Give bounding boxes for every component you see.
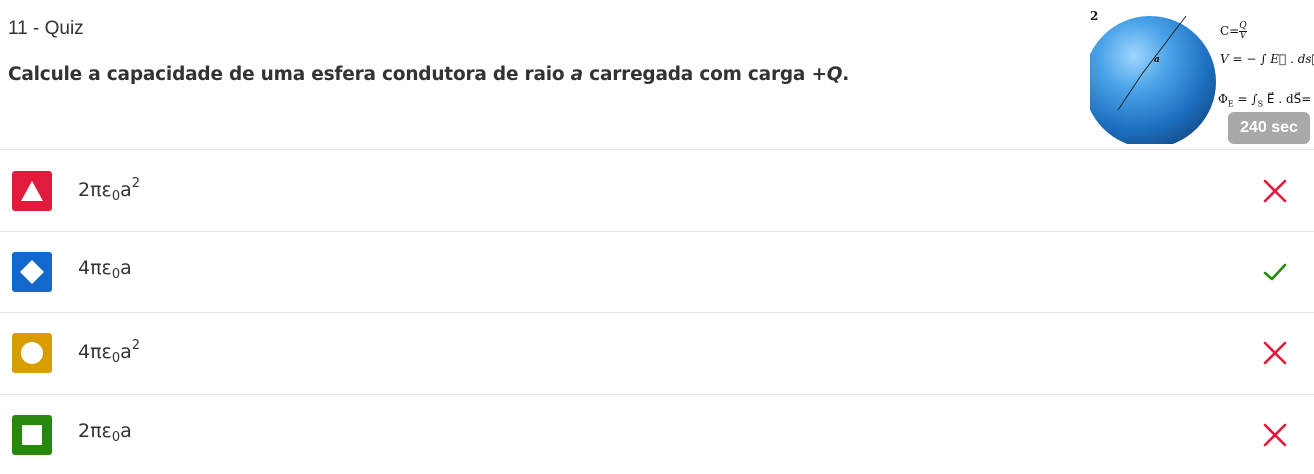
image-corner-label: 2 [1090,9,1098,23]
answer-text: 2πε0a2 [78,176,140,204]
check-icon [1262,259,1288,285]
formula-capacitance: C=Q V [1220,21,1247,41]
answer-text-main: 4πε [78,341,112,363]
answer-text-main: 2πε [78,179,112,201]
diamond-icon [12,252,52,292]
close-icon [1262,340,1288,366]
radius-label: a [1154,55,1160,65]
answer-option-diamond[interactable]: 4πε0a [0,231,1314,311]
answer-text-main: 4πε [78,257,112,279]
close-icon [1262,178,1288,204]
answer-text-variable: a [120,341,132,363]
answer-text: 4πε0a [78,257,132,282]
question-text: Calcule a capacidade de uma esfera condu… [8,64,850,85]
square-icon [12,415,52,455]
formula-flux: ΦE = ∫S E⃗ . dS⃗= [1218,92,1312,109]
answer-text: 4πε0a2 [78,338,140,366]
answer-text-variable: a [120,420,132,442]
answer-text-variable: a [120,179,132,201]
answer-text-subscript: 0 [111,267,121,282]
answer-text: 2πε0a [78,420,132,445]
quiz-number-label: 11 - Quiz [8,18,84,39]
timer-badge: 240 sec [1228,112,1310,144]
triangle-icon [12,171,52,211]
circle-icon [12,333,52,373]
answer-option-triangle[interactable]: 2πε0a2 [0,150,1314,230]
answer-text-superscript: 2 [131,338,141,353]
answer-text-subscript: 0 [111,351,121,366]
answer-text-main: 2πε [78,420,112,442]
answer-option-circle[interactable]: 4πε0a2 [0,312,1314,392]
answer-text-subscript: 0 [111,430,121,445]
close-icon [1262,422,1288,448]
answer-text-subscript: 0 [111,189,121,204]
answer-text-superscript: 2 [131,176,141,191]
answer-text-variable: a [120,257,132,279]
formula-potential: V = − ∫ E⃗ . ds⃗ [1220,52,1314,66]
answer-option-square[interactable]: 2πε0a [0,394,1314,474]
